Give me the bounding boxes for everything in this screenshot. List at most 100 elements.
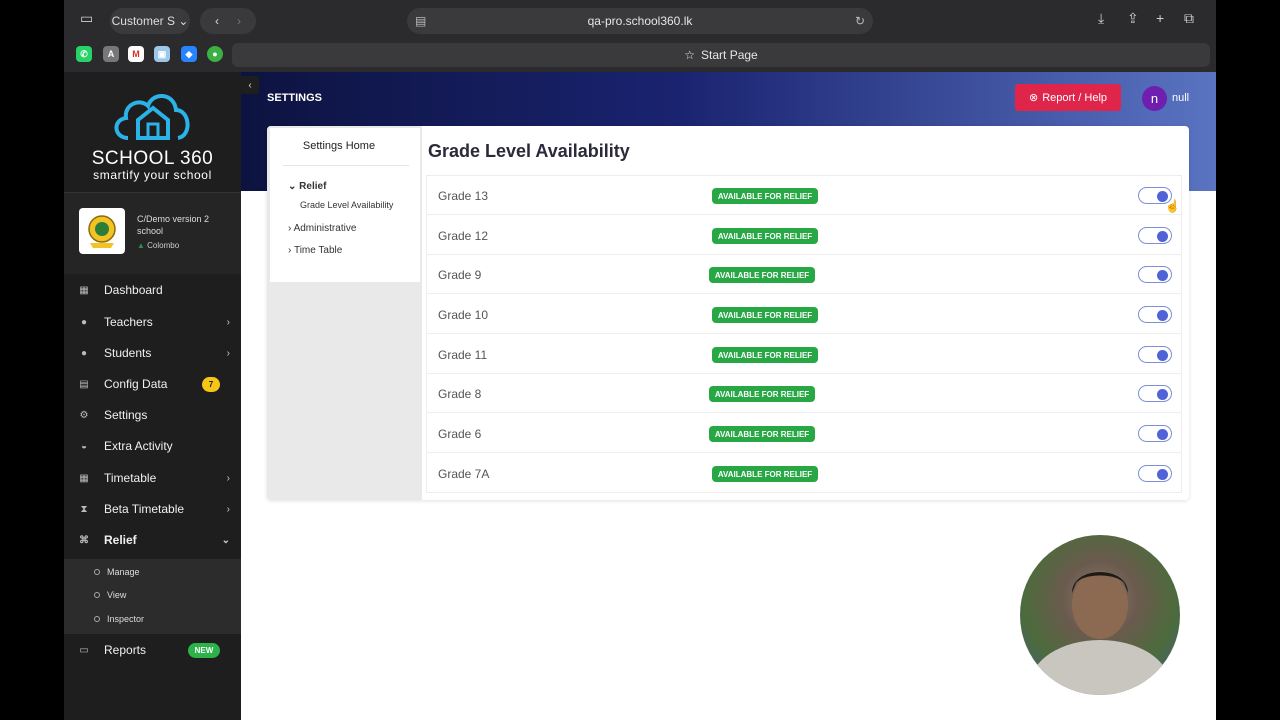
availability-toggle[interactable] (1138, 306, 1172, 323)
chevron-down-icon: ⌄ (221, 534, 230, 546)
availability-toggle[interactable] (1138, 227, 1172, 244)
chevron-right-icon: › (226, 503, 230, 515)
star-icon: ☆ (684, 48, 696, 62)
tree-item-relief[interactable]: ⌄ Relief (288, 181, 326, 192)
tree-item-administrative[interactable]: › Administrative (288, 223, 356, 234)
relief-submenu: Manage View Inspector (64, 559, 241, 634)
sidebar-item-students[interactable]: ● Students › (78, 339, 240, 367)
tab-group-label: Customer S (111, 14, 175, 28)
share-icon[interactable]: ⇪ (1127, 10, 1139, 27)
table-row: Grade 13 AVAILABLE FOR RELIEF (427, 176, 1181, 215)
url-text: qa-pro.school360.lk (587, 14, 693, 28)
toggle-knob (1157, 310, 1168, 321)
sidebar-item-teachers[interactable]: ● Teachers › (78, 308, 240, 336)
toggle-knob (1157, 350, 1168, 361)
relief-icon: ⌘ (79, 534, 89, 546)
grade-name: Grade 8 (438, 387, 482, 401)
tree-item-grade-level-availability[interactable]: Grade Level Availability (300, 200, 393, 210)
webcam-overlay (1020, 535, 1180, 695)
table-row: Grade 9 AVAILABLE FOR RELIEF (427, 255, 1181, 294)
toggle-knob (1157, 429, 1168, 440)
back-icon[interactable]: ‹ (215, 14, 219, 28)
config-count-badge: 7 (202, 376, 220, 392)
status-badge: AVAILABLE FOR RELIEF (712, 347, 818, 363)
report-help-button[interactable]: ⊗ Report / Help (1015, 84, 1121, 111)
table-row: Grade 6 AVAILABLE FOR RELIEF (427, 414, 1181, 453)
jira-icon[interactable]: ◆ (181, 46, 197, 62)
page-icon: ▤ (415, 14, 427, 28)
a-icon[interactable]: A (103, 46, 119, 62)
chevron-right-icon: › (226, 347, 230, 359)
sidebar-item-reports[interactable]: ▭ Reports NEW (78, 636, 240, 664)
gear-icon: ⚙ (79, 409, 89, 421)
hourglass-icon: ⧗ (80, 503, 88, 515)
availability-toggle[interactable] (1138, 266, 1172, 283)
ball-icon: ◒ (80, 440, 88, 452)
tab-group-button[interactable]: Customer S ⌄ (110, 8, 190, 34)
page-title: SETTINGS (267, 92, 323, 104)
tabs-overview-icon[interactable]: ⧉ (1184, 10, 1194, 27)
grade-name: Grade 6 (438, 427, 482, 441)
tree-item-time-table[interactable]: › Time Table (288, 245, 342, 256)
submenu-item-view[interactable]: View (94, 590, 126, 600)
sidebar-item-beta-timetable[interactable]: ⧗ Beta Timetable › (78, 495, 240, 523)
cloud-house-icon (114, 94, 190, 140)
download-icon[interactable]: ⤓ (1098, 10, 1104, 27)
grade-name: Grade 10 (438, 308, 489, 322)
status-badge: AVAILABLE FOR RELIEF (712, 188, 818, 204)
sidebar-item-extra-activity[interactable]: ◒ Extra Activity (78, 432, 240, 460)
username[interactable]: null (1172, 92, 1189, 104)
availability-toggle[interactable] (1138, 385, 1172, 402)
brand-title: SCHOOL 360 (91, 148, 214, 169)
start-page-label: Start Page (701, 48, 758, 62)
circle-icon (94, 616, 100, 622)
chevron-right-icon: › (226, 316, 230, 328)
address-bar[interactable]: ▤ qa-pro.school360.lk ↻ (407, 8, 873, 34)
brand-logo[interactable]: SCHOOL 360 smartify your school (64, 72, 241, 191)
status-badge: AVAILABLE FOR RELIEF (709, 267, 815, 283)
start-page-tab[interactable]: ☆ Start Page (232, 43, 1210, 67)
settings-home-link[interactable]: Settings Home (270, 140, 408, 152)
sidebar-item-settings[interactable]: ⚙ Settings (78, 401, 240, 429)
sidebar-toggle-icon[interactable]: ▭ (80, 10, 93, 27)
table-icon: ▦ (79, 472, 89, 484)
avatar[interactable]: n (1142, 86, 1167, 111)
table-row: Grade 11 AVAILABLE FOR RELIEF (427, 335, 1181, 374)
chart-icon: ▦ (79, 284, 89, 296)
collapse-sidebar-button[interactable]: ‹ (241, 76, 259, 94)
school-crest (79, 208, 125, 254)
whatsapp-icon[interactable]: ✆ (76, 46, 92, 62)
sidebar-item-timetable[interactable]: ▦ Timetable › (78, 464, 240, 492)
grade-table: Grade 13 AVAILABLE FOR RELIEF Grade 12 A… (426, 175, 1182, 493)
status-badge: AVAILABLE FOR RELIEF (709, 426, 815, 442)
chevron-down-icon: ⌄ (174, 14, 189, 28)
gmail-icon[interactable]: M (128, 46, 144, 62)
table-row: Grade 7A AVAILABLE FOR RELIEF (427, 454, 1181, 493)
chevron-left-icon: ‹ (248, 79, 252, 91)
submenu-item-manage[interactable]: Manage (94, 567, 140, 577)
school-card: C/Demo version 2 school ▲ Colombo (64, 192, 241, 274)
app-icon[interactable]: ▣ (154, 46, 170, 62)
nav-buttons: ‹ › (200, 8, 256, 34)
help-icon: ⊗ (1028, 92, 1039, 104)
status-badge: AVAILABLE FOR RELIEF (712, 466, 818, 482)
availability-toggle[interactable] (1138, 346, 1172, 363)
status-badge: AVAILABLE FOR RELIEF (709, 386, 815, 402)
table-row: Grade 12 AVAILABLE FOR RELIEF (427, 216, 1181, 255)
submenu-item-inspector[interactable]: Inspector (94, 614, 144, 624)
green-icon[interactable]: ● (207, 46, 223, 62)
brand-tagline: smartify your school (93, 168, 212, 182)
new-tab-icon[interactable]: + (1156, 10, 1164, 26)
forward-icon[interactable]: › (237, 14, 241, 28)
availability-toggle[interactable] (1138, 425, 1172, 442)
reload-icon[interactable]: ↻ (855, 14, 865, 28)
sidebar-item-dashboard[interactable]: ▦ Dashboard (78, 276, 240, 304)
sidebar-item-relief[interactable]: ⌘ Relief ⌄ (78, 526, 240, 554)
circle-icon (94, 569, 100, 575)
toggle-knob (1157, 270, 1168, 281)
table-row: Grade 10 AVAILABLE FOR RELIEF (427, 295, 1181, 334)
sidebar-item-config-data[interactable]: ▤ Config Data 7 (78, 370, 240, 398)
availability-toggle[interactable] (1138, 465, 1172, 482)
toggle-knob (1157, 389, 1168, 400)
sidebar: SCHOOL 360 smartify your school C/Demo v… (64, 72, 241, 720)
